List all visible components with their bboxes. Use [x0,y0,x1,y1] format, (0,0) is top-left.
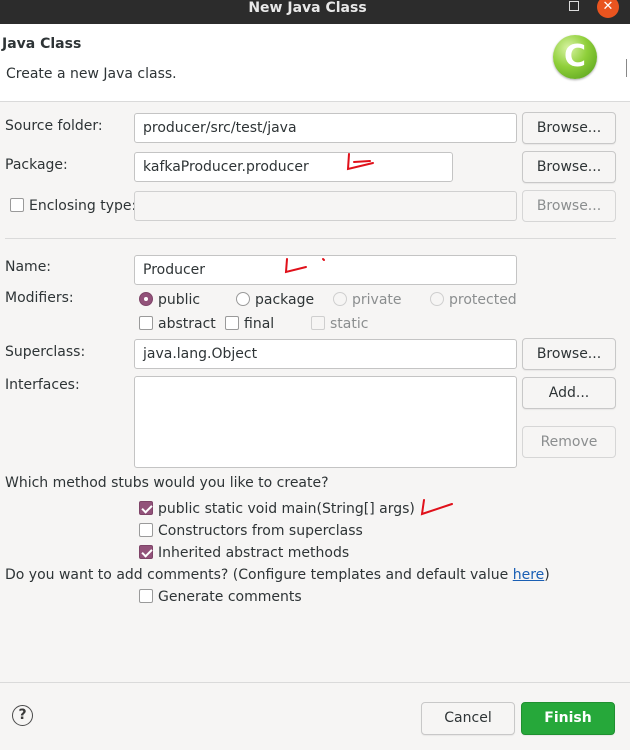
stub-main-label: public static void main(String[] args) [158,501,415,517]
interfaces-remove-button[interactable]: Remove [522,426,616,458]
wizard-description: Create a new Java class. [6,66,177,82]
comments-question-text: Do you want to add comments? (Configure … [5,567,513,583]
superclass-field[interactable]: java.lang.Object [134,339,517,369]
source-folder-browse-button[interactable]: Browse... [522,112,616,144]
footer-separator [0,682,630,683]
modifier-public-label: public [158,292,201,308]
annotation-mark-name [284,258,325,274]
stub-inherited-label: Inherited abstract methods [158,545,350,561]
wizard-title: Java Class [2,36,82,52]
modifier-package-label: package [255,292,315,308]
source-folder-field[interactable]: producer/src/test/java [134,113,517,143]
modifier-protected-radio[interactable] [430,292,444,306]
modifier-abstract-label: abstract [158,316,216,332]
annotation-mark-main [420,499,453,516]
java-class-icon-letter: C [563,39,587,74]
window-title: New Java Class [248,0,367,16]
cancel-button[interactable]: Cancel [421,702,515,735]
modifier-static-label: static [330,316,369,332]
maximize-button[interactable] [569,1,579,11]
finish-button[interactable]: Finish [521,702,615,735]
separator [5,238,616,239]
comments-question: Do you want to add comments? (Configure … [5,567,550,583]
wizard-header [0,24,630,102]
stub-constructors-label: Constructors from superclass [158,523,363,539]
generate-comments-label: Generate comments [158,589,302,605]
method-stubs-question: Which method stubs would you like to cre… [5,475,329,491]
templates-here-link[interactable]: here [513,567,545,583]
package-browse-button[interactable]: Browse... [522,151,616,183]
superclass-label: Superclass: [5,344,86,360]
enclosing-type-field[interactable] [134,191,517,221]
name-label: Name: [5,259,52,275]
modifier-final-label: final [244,316,275,332]
modifier-private-label: private [352,292,402,308]
interfaces-list[interactable] [134,376,517,468]
generate-comments-checkbox[interactable] [139,589,153,603]
package-field[interactable]: kafkaProducer.producer [134,152,453,182]
enclosing-type-label: Enclosing type: [29,198,137,214]
modifiers-label: Modifiers: [5,290,74,306]
modifier-abstract-checkbox[interactable] [139,316,153,330]
modifier-final-checkbox[interactable] [225,316,239,330]
resize-edge [626,59,630,77]
modifier-private-radio[interactable] [333,292,347,306]
superclass-browse-button[interactable]: Browse... [522,338,616,370]
stub-constructors-checkbox[interactable] [139,523,153,537]
help-icon[interactable]: ? [12,705,33,726]
modifier-protected-label: protected [449,292,517,308]
stub-main-checkbox[interactable] [139,501,153,515]
enclosing-type-browse-button[interactable]: Browse... [522,190,616,222]
annotation-mark-package [346,153,374,171]
comments-question-suffix: ) [544,567,550,583]
modifier-package-radio[interactable] [236,292,250,306]
interfaces-label: Interfaces: [5,377,80,393]
interfaces-add-button[interactable]: Add... [522,377,616,409]
modifier-public-radio[interactable] [139,292,153,306]
enclosing-type-checkbox[interactable] [10,198,24,212]
stub-inherited-checkbox[interactable] [139,545,153,559]
source-folder-label: Source folder: [5,118,103,134]
package-label: Package: [5,157,68,173]
modifier-static-checkbox[interactable] [311,316,325,330]
